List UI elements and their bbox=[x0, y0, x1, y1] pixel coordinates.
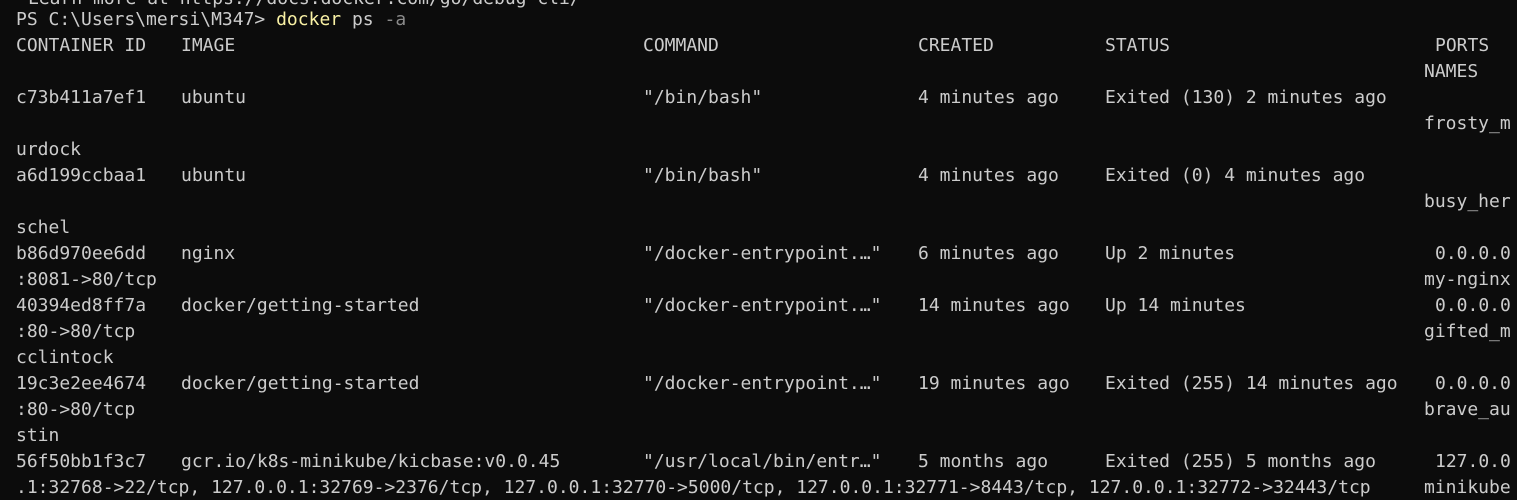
table-header-wrap: NAMES bbox=[0, 59, 1517, 85]
header-status: STATUS bbox=[1105, 35, 1171, 56]
table-row-wrap: busy_her bbox=[0, 189, 1517, 215]
row-status: Up 14 minutes bbox=[1105, 295, 1246, 316]
row-image: ubuntu bbox=[181, 87, 247, 108]
row-names-end: urdock bbox=[16, 139, 82, 160]
row-container-id: a6d199ccbaa1 bbox=[16, 165, 147, 186]
row-container-id: b86d970ee6dd bbox=[16, 243, 147, 264]
row-command: "/docker-entrypoint.…" bbox=[643, 295, 882, 316]
row-created: 5 months ago bbox=[918, 451, 1049, 472]
row-ports-end: :80->80/tcp bbox=[16, 399, 136, 420]
command-flag: -a bbox=[384, 9, 407, 30]
table-row: c73b411a7ef1 ubuntu "/bin/bash" 4 minute… bbox=[0, 85, 1517, 111]
table-row-wrap: frosty_m bbox=[0, 111, 1517, 137]
header-names: NAMES bbox=[1424, 61, 1479, 82]
row-container-id: c73b411a7ef1 bbox=[16, 87, 147, 108]
table-row-wrap: :80->80/tcp brave_au bbox=[0, 397, 1517, 423]
row-status: Exited (255) 14 minutes ago bbox=[1105, 373, 1398, 394]
table-row-wrap: cclintock bbox=[0, 345, 1517, 371]
table-row: 40394ed8ff7a docker/getting-started "/do… bbox=[0, 293, 1517, 319]
row-names-end: stin bbox=[16, 425, 60, 446]
row-ports-end: :80->80/tcp bbox=[16, 321, 136, 342]
row-ports-end: :8081->80/tcp bbox=[16, 269, 157, 290]
row-ports-end: .1:32768->22/tcp, 127.0.0.1:32769->2376/… bbox=[16, 477, 1371, 498]
terminal-window[interactable]: Learn more at https://docs.docker.com/go… bbox=[0, 0, 1517, 500]
prompt-line: PS C:\Users\mersi\M347> docker ps -a bbox=[0, 7, 1517, 33]
header-container-id: CONTAINER ID bbox=[16, 35, 147, 56]
table-header: CONTAINER ID IMAGE COMMAND CREATED STATU… bbox=[0, 33, 1517, 59]
row-names-start: gifted_m bbox=[1424, 321, 1511, 342]
table-row-wrap: stin bbox=[0, 423, 1517, 449]
command-args: ps bbox=[351, 9, 374, 30]
row-status: Exited (255) 5 months ago bbox=[1105, 451, 1376, 472]
row-created: 4 minutes ago bbox=[918, 165, 1059, 186]
table-row-wrap: urdock bbox=[0, 137, 1517, 163]
row-names-start: brave_au bbox=[1424, 399, 1511, 420]
row-image: nginx bbox=[181, 243, 236, 264]
row-command: "/docker-entrypoint.…" bbox=[643, 243, 882, 264]
row-ports-start: 0.0.0.0 bbox=[1435, 295, 1511, 316]
row-names-start: busy_her bbox=[1424, 191, 1511, 212]
row-image: gcr.io/k8s-minikube/kicbase:v0.0.45 bbox=[181, 451, 561, 472]
row-status: Exited (0) 4 minutes ago bbox=[1105, 165, 1366, 186]
row-image: docker/getting-started bbox=[181, 373, 420, 394]
row-command: "/usr/local/bin/entr…" bbox=[643, 451, 882, 472]
header-command: COMMAND bbox=[643, 35, 719, 56]
table-row-wrap: .1:32768->22/tcp, 127.0.0.1:32769->2376/… bbox=[0, 475, 1517, 500]
row-created: 19 minutes ago bbox=[918, 373, 1070, 394]
row-command: "/docker-entrypoint.…" bbox=[643, 373, 882, 394]
prompt-path: PS C:\Users\mersi\M347> bbox=[16, 9, 266, 30]
row-status: Up 2 minutes bbox=[1105, 243, 1236, 264]
row-container-id: 19c3e2ee4674 bbox=[16, 373, 147, 394]
row-image: ubuntu bbox=[181, 165, 247, 186]
command-program: docker bbox=[276, 9, 342, 30]
row-container-id: 40394ed8ff7a bbox=[16, 295, 147, 316]
row-created: 14 minutes ago bbox=[918, 295, 1070, 316]
table-row: 19c3e2ee4674 docker/getting-started "/do… bbox=[0, 371, 1517, 397]
row-names-start: frosty_m bbox=[1424, 113, 1511, 134]
row-created: 6 minutes ago bbox=[918, 243, 1059, 264]
header-ports: PORTS bbox=[1435, 35, 1490, 56]
header-image: IMAGE bbox=[181, 35, 236, 56]
row-ports-start: 0.0.0.0 bbox=[1435, 243, 1511, 264]
table-row-wrap: schel bbox=[0, 215, 1517, 241]
row-names: my-nginx bbox=[1424, 269, 1511, 290]
row-container-id: 56f50bb1f3c7 bbox=[16, 451, 147, 472]
table-row: a6d199ccbaa1 ubuntu "/bin/bash" 4 minute… bbox=[0, 163, 1517, 189]
header-created: CREATED bbox=[918, 35, 994, 56]
row-names-end: cclintock bbox=[16, 347, 114, 368]
row-command: "/bin/bash" bbox=[643, 165, 763, 186]
row-names: minikube bbox=[1424, 477, 1511, 498]
table-row-wrap: :80->80/tcp gifted_m bbox=[0, 319, 1517, 345]
row-names-end: schel bbox=[16, 217, 71, 238]
row-created: 4 minutes ago bbox=[918, 87, 1059, 108]
row-image: docker/getting-started bbox=[181, 295, 420, 316]
row-ports-start: 0.0.0.0 bbox=[1435, 373, 1511, 394]
table-row-wrap: :8081->80/tcp my-nginx bbox=[0, 267, 1517, 293]
row-ports-start: 127.0.0 bbox=[1435, 451, 1511, 472]
row-status: Exited (130) 2 minutes ago bbox=[1105, 87, 1387, 108]
table-row: 56f50bb1f3c7 gcr.io/k8s-minikube/kicbase… bbox=[0, 449, 1517, 475]
row-command: "/bin/bash" bbox=[643, 87, 763, 108]
prompt-text: PS C:\Users\mersi\M347> docker ps -a bbox=[16, 7, 406, 33]
table-row: b86d970ee6dd nginx "/docker-entrypoint.…… bbox=[0, 241, 1517, 267]
